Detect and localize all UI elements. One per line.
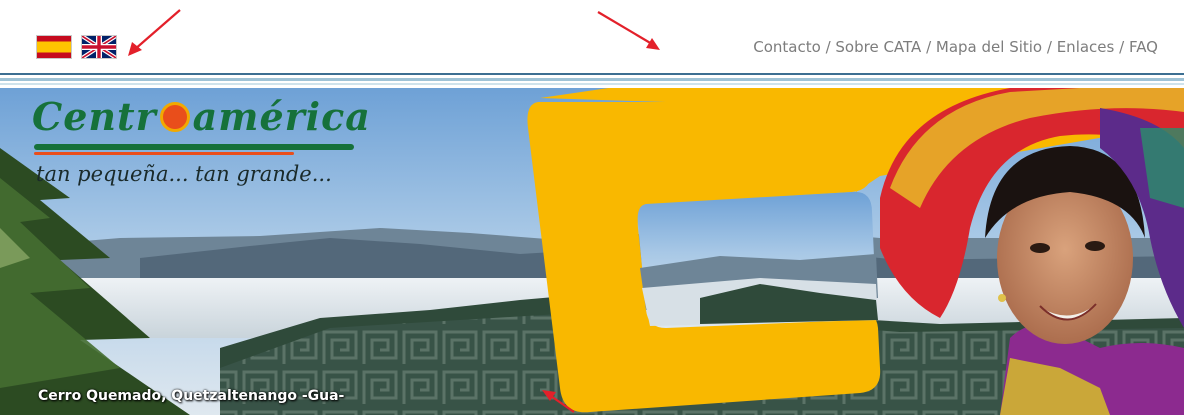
nav-separator: / xyxy=(1114,38,1129,56)
nav-link-mapa-del-sitio[interactable]: Mapa del Sitio xyxy=(936,38,1042,56)
nav-separator: / xyxy=(1042,38,1057,56)
header-stripe xyxy=(0,73,1184,75)
logo-sun-icon xyxy=(159,102,190,132)
flag-spain-icon[interactable] xyxy=(36,35,72,59)
nav-link-faq[interactable]: FAQ xyxy=(1129,38,1158,56)
nav-separator: / xyxy=(921,38,936,56)
nav-link-sobre-cata[interactable]: Sobre CATA xyxy=(835,38,921,56)
flag-uk-icon[interactable] xyxy=(81,35,117,59)
logo-tagline: tan pequeña... tan grande... xyxy=(36,162,332,186)
top-nav: Contacto / Sobre CATA / Mapa del Sitio /… xyxy=(753,38,1158,56)
top-bar: Contacto / Sobre CATA / Mapa del Sitio /… xyxy=(0,0,1184,72)
nav-link-contacto[interactable]: Contacto xyxy=(753,38,821,56)
arrow-annotation-icon xyxy=(597,11,660,50)
arrow-annotation-icon xyxy=(128,9,181,56)
nav-separator: / xyxy=(820,38,836,56)
logo-wordmark: Centr américa xyxy=(32,94,371,139)
banner-caption: Cerro Quemado, Quetzaltenango -Gua- xyxy=(38,388,345,404)
logo-underline xyxy=(34,152,294,155)
header-stripe xyxy=(0,78,1184,81)
nav-link-enlaces[interactable]: Enlaces xyxy=(1057,38,1115,56)
arrow-annotation-icon xyxy=(542,390,575,413)
header-stripe xyxy=(0,83,1184,85)
logo-underline xyxy=(34,144,354,150)
site-logo[interactable]: Centr américa tan pequeña... tan grande..… xyxy=(32,94,372,194)
